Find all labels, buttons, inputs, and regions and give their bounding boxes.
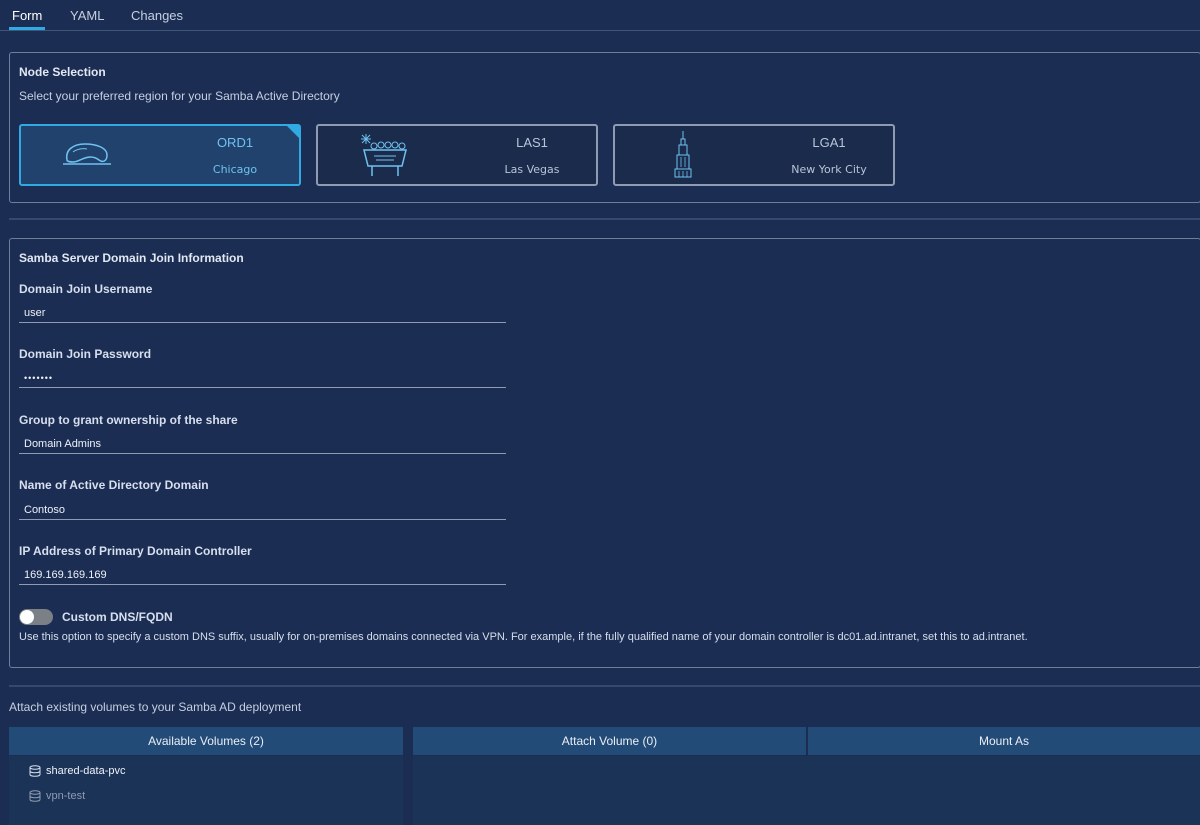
custom-dns-help: Use this option to specify a custom DNS … [19,631,1028,643]
username-label: Domain Join Username [19,282,153,296]
region-code: LGA1 [812,135,846,150]
node-selection-description: Select your preferred region for your Sa… [19,89,340,103]
username-input[interactable] [19,303,506,323]
region-code: ORD1 [216,135,254,150]
region-city: Las Vegas [504,163,560,176]
list-item[interactable]: vpn-test [29,790,85,802]
region-card-ord1[interactable]: ORD1 Chicago [19,124,301,186]
password-label: Domain Join Password [19,347,152,361]
section-divider [9,218,1200,220]
ad-domain-label: Name of Active Directory Domain [19,478,209,492]
password-input[interactable] [19,368,506,388]
section-divider [9,685,1200,687]
tab-bar: Form YAML Changes [0,0,1200,31]
mount-as-header: Mount As [808,727,1200,755]
group-input[interactable] [19,434,506,454]
volume-name: vpn-test [46,790,86,802]
tab-changes[interactable]: Changes [131,8,183,23]
domain-join-title: Samba Server Domain Join Information [19,251,244,265]
ad-domain-input[interactable] [19,500,506,520]
database-icon [29,765,41,777]
available-volumes-header: Available Volumes (2) [9,727,403,755]
dc-ip-input[interactable] [19,565,506,585]
region-code: LAS1 [516,135,548,150]
custom-dns-toggle[interactable] [19,609,53,625]
node-selection-title: Node Selection [19,65,106,79]
attach-volume-header: Attach Volume (0) [413,727,806,755]
region-city: New York City [791,163,867,176]
list-item[interactable]: shared-data-pvc [29,765,126,777]
toggle-knob [20,610,34,624]
active-tab-indicator [9,27,45,30]
volume-name: shared-data-pvc [46,765,126,777]
region-city: Chicago [212,163,258,176]
tab-form[interactable]: Form [12,8,42,23]
custom-dns-label: Custom DNS/FQDN [62,610,173,624]
group-label: Group to grant ownership of the share [19,413,238,427]
region-card-lga1[interactable]: LGA1 New York City [613,124,895,186]
attached-volumes-list [413,756,1200,825]
volumes-title: Attach existing volumes to your Samba AD… [9,700,302,714]
tab-yaml[interactable]: YAML [70,8,104,23]
database-icon [29,790,41,802]
region-card-las1[interactable]: LAS1 Las Vegas [316,124,598,186]
available-volumes-list: shared-data-pvc vpn-test [9,756,403,825]
dc-ip-label: IP Address of Primary Domain Controller [19,544,252,558]
